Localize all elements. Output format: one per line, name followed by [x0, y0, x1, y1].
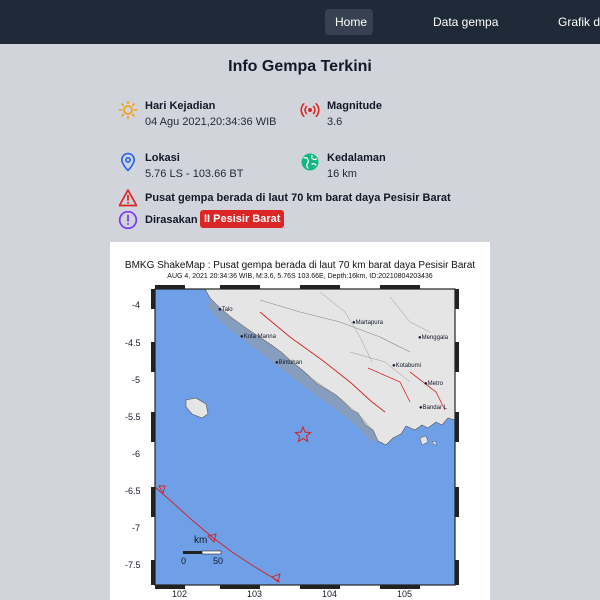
sun-icon — [118, 100, 138, 120]
broadcast-icon — [300, 103, 320, 117]
lon-tick-label: 104 — [322, 589, 338, 599]
kedalaman-value: 16 km — [327, 168, 357, 180]
info-hari-kejadian: Hari Kejadian 04 Agu 2021,20:34:36 WIB — [118, 100, 298, 134]
magnitude-value: 3.6 — [327, 116, 343, 128]
info-kedalaman: Kedalaman 16 km — [300, 152, 450, 186]
lat-tick-label: -4.5 — [125, 338, 141, 348]
map-pin-icon — [120, 152, 136, 172]
lat-tick-label: -5 — [132, 375, 141, 385]
exclamation-circle-icon — [118, 210, 138, 230]
navbar: Home Data gempa Grafik data — [0, 0, 600, 44]
lat-tick-label: -7 — [132, 523, 141, 533]
dirasakan-badge: II Pesisir Barat — [200, 210, 285, 228]
city-label: ●Talo — [218, 307, 233, 313]
city-label: ●Bandar L — [419, 405, 447, 411]
nav-data-gempa[interactable]: Data gempa — [423, 9, 508, 35]
lokasi-label: Lokasi — [145, 152, 180, 164]
nav-grafik-data[interactable]: Grafik data — [548, 9, 600, 35]
city-label: ●Bintuhan — [275, 360, 303, 366]
lat-tick-label: -6 — [132, 449, 141, 459]
city-label: ●Metro — [424, 381, 443, 387]
pusat-gempa-line: Pusat gempa berada di laut 70 km barat d… — [118, 188, 478, 208]
hari-kejadian-label: Hari Kejadian — [145, 100, 216, 112]
info-magnitude: Magnitude 3.6 — [300, 100, 450, 134]
lat-tick-label: -4 — [132, 300, 141, 310]
dirasakan-line: Dirasakan : II Pesisir Barat — [118, 210, 318, 230]
city-label: ●Menggala — [418, 335, 448, 341]
lon-tick-label: 102 — [172, 589, 188, 599]
city-label: ●Kota Manna — [240, 334, 276, 340]
lat-tick-label: -6.5 — [125, 486, 141, 496]
pusat-gempa-text: Pusat gempa berada di laut 70 km barat d… — [145, 192, 451, 204]
shakemap-image — [151, 285, 459, 589]
scale-bar — [183, 550, 222, 555]
scale-start: 0 — [181, 556, 187, 566]
lat-tick-label: -7.5 — [125, 560, 141, 570]
lat-tick-label: -5.5 — [125, 412, 141, 422]
lokasi-value: 5.76 LS - 103.66 BT — [145, 168, 244, 180]
lon-tick-label: 103 — [247, 589, 263, 599]
city-label: ●Martapura — [352, 320, 383, 326]
city-label: ●Kotabumi — [392, 363, 421, 369]
kedalaman-label: Kedalaman — [327, 152, 386, 164]
nav-home[interactable]: Home — [325, 9, 373, 35]
globe-icon — [301, 153, 319, 171]
dirasakan-label: Dirasakan : — [145, 214, 205, 226]
magnitude-label: Magnitude — [327, 100, 382, 112]
scale-unit: km — [194, 535, 208, 546]
lon-tick-label: 105 — [397, 589, 413, 599]
page-title: Info Gempa Terkini — [228, 58, 372, 75]
info-lokasi: Lokasi 5.76 LS - 103.66 BT — [118, 152, 298, 186]
shakemap-card: BMKG ShakeMap : Pusat gempa berada di la… — [110, 242, 490, 600]
hari-kejadian-value: 04 Agu 2021,20:34:36 WIB — [145, 116, 277, 128]
warning-triangle-icon — [118, 189, 138, 207]
scale-end: 50 — [213, 556, 224, 566]
